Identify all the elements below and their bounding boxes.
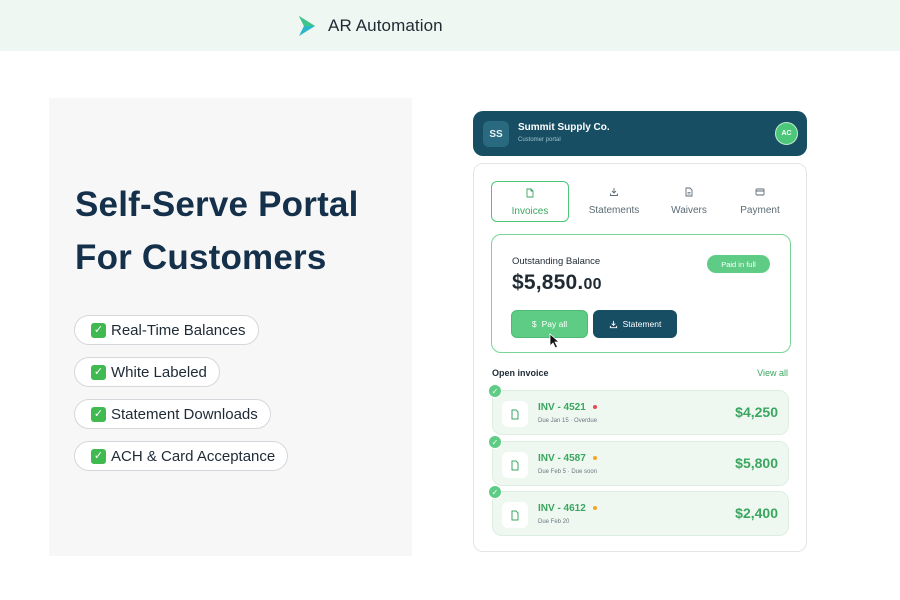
invoice-amount: $5,800 xyxy=(735,455,778,471)
dollar-icon: $ xyxy=(531,319,537,329)
portal-body: Invoices Statements Waivers Payment Outs… xyxy=(473,163,807,552)
status-dot-icon xyxy=(592,506,597,511)
invoice-number: INV - 4587 xyxy=(538,453,597,464)
tab-payment[interactable]: Payment xyxy=(730,181,790,222)
headline-line-2: For Customers xyxy=(75,238,327,277)
balance-label: Outstanding Balance xyxy=(512,256,601,267)
status-dot-icon xyxy=(592,405,597,410)
feature-pill: ✓ White Labeled xyxy=(74,357,220,387)
feature-label: ACH & Card Acceptance xyxy=(111,447,276,465)
portal-header: SS Summit Supply Co. Customer portal AC xyxy=(473,111,807,156)
check-mark-icon: ✓ xyxy=(91,406,106,422)
check-mark-icon: ✓ xyxy=(91,364,106,380)
balance-amount-cents: 00 xyxy=(583,276,602,293)
status-dot-icon xyxy=(592,456,597,461)
file-icon xyxy=(685,187,693,197)
company-avatar: SS xyxy=(483,121,509,147)
balance-amount: $5,850.00 xyxy=(512,271,602,295)
download-icon xyxy=(609,320,617,328)
brand-logo-icon xyxy=(299,16,315,36)
paid-in-full-badge[interactable]: Paid in full xyxy=(707,255,770,273)
invoice-number: INV - 4521 xyxy=(538,402,597,413)
headline-line-1: Self-Serve Portal xyxy=(75,185,359,224)
tab-label: Invoices xyxy=(511,206,549,217)
invoice-row[interactable]: ✓ INV - 4587 Due Feb 5 · Due soon $5,800 xyxy=(488,435,789,486)
invoice-amount: $4,250 xyxy=(735,404,778,420)
tab-waivers[interactable]: Waivers xyxy=(657,181,721,222)
invoice-number: INV - 4612 xyxy=(538,503,597,514)
invoice-amount: $2,400 xyxy=(735,505,778,521)
document-icon xyxy=(526,188,534,198)
brand[interactable]: AR Automation xyxy=(298,15,443,37)
feature-label: White Labeled xyxy=(111,363,207,381)
check-mark-icon: ✓ xyxy=(91,448,106,464)
feature-label: Real-Time Balances xyxy=(111,321,246,339)
tab-invoices[interactable]: Invoices xyxy=(491,181,569,222)
tab-label: Payment xyxy=(740,205,780,216)
balance-amount-main: $5,850. xyxy=(512,271,584,294)
invoice-number-text: INV - 4612 xyxy=(538,503,586,514)
feature-pill: ✓ Statement Downloads xyxy=(74,399,271,429)
mouse-cursor-icon xyxy=(549,333,561,349)
hero-headline: Self-Serve Portal For Customers xyxy=(75,178,405,284)
feature-list: ✓ Real-Time Balances ✓ White Labeled ✓ S… xyxy=(74,315,289,471)
invoice-document-icon xyxy=(502,502,528,528)
statement-button[interactable]: Statement xyxy=(593,310,677,338)
brand-name: AR Automation xyxy=(328,16,443,35)
check-circle-icon: ✓ xyxy=(488,384,502,398)
open-invoice-title: Open invoice xyxy=(492,368,549,378)
card-icon xyxy=(755,188,765,196)
check-circle-icon: ✓ xyxy=(488,485,502,499)
balance-card: Outstanding Balance $5,850.00 Paid in fu… xyxy=(491,234,791,353)
download-icon xyxy=(610,188,618,196)
invoice-document-icon xyxy=(502,452,528,478)
tab-statements[interactable]: Statements xyxy=(581,181,647,222)
invoice-due: Due Feb 20 xyxy=(538,519,570,525)
invoice-document-icon xyxy=(502,401,528,427)
view-all-link[interactable]: View all xyxy=(757,368,788,378)
invoice-due: Due Feb 5 · Due soon xyxy=(538,469,598,475)
invoice-number-text: INV - 4587 xyxy=(538,453,586,464)
pay-all-label: Pay all xyxy=(541,319,568,329)
statement-label: Statement xyxy=(622,319,662,329)
top-bar: AR Automation xyxy=(0,0,900,51)
check-circle-icon: ✓ xyxy=(488,435,502,449)
feature-pill: ✓ Real-Time Balances xyxy=(74,315,259,345)
feature-label: Statement Downloads xyxy=(111,405,258,423)
tab-label: Waivers xyxy=(671,205,707,216)
company-subtitle: Customer portal xyxy=(518,137,561,143)
tab-label: Statements xyxy=(588,205,640,216)
company-name: Summit Supply Co. xyxy=(518,122,610,133)
invoice-due: Due Jan 15 · Overdue xyxy=(538,418,598,424)
invoice-row[interactable]: ✓ INV - 4521 Due Jan 15 · Overdue $4,250 xyxy=(488,384,789,435)
invoice-row[interactable]: ✓ INV - 4612 Due Feb 20 $2,400 xyxy=(488,485,789,536)
feature-pill: ✓ ACH & Card Acceptance xyxy=(74,441,289,471)
check-mark-icon: ✓ xyxy=(91,322,106,338)
user-avatar[interactable]: AC xyxy=(775,122,798,145)
invoice-number-text: INV - 4521 xyxy=(538,402,586,413)
